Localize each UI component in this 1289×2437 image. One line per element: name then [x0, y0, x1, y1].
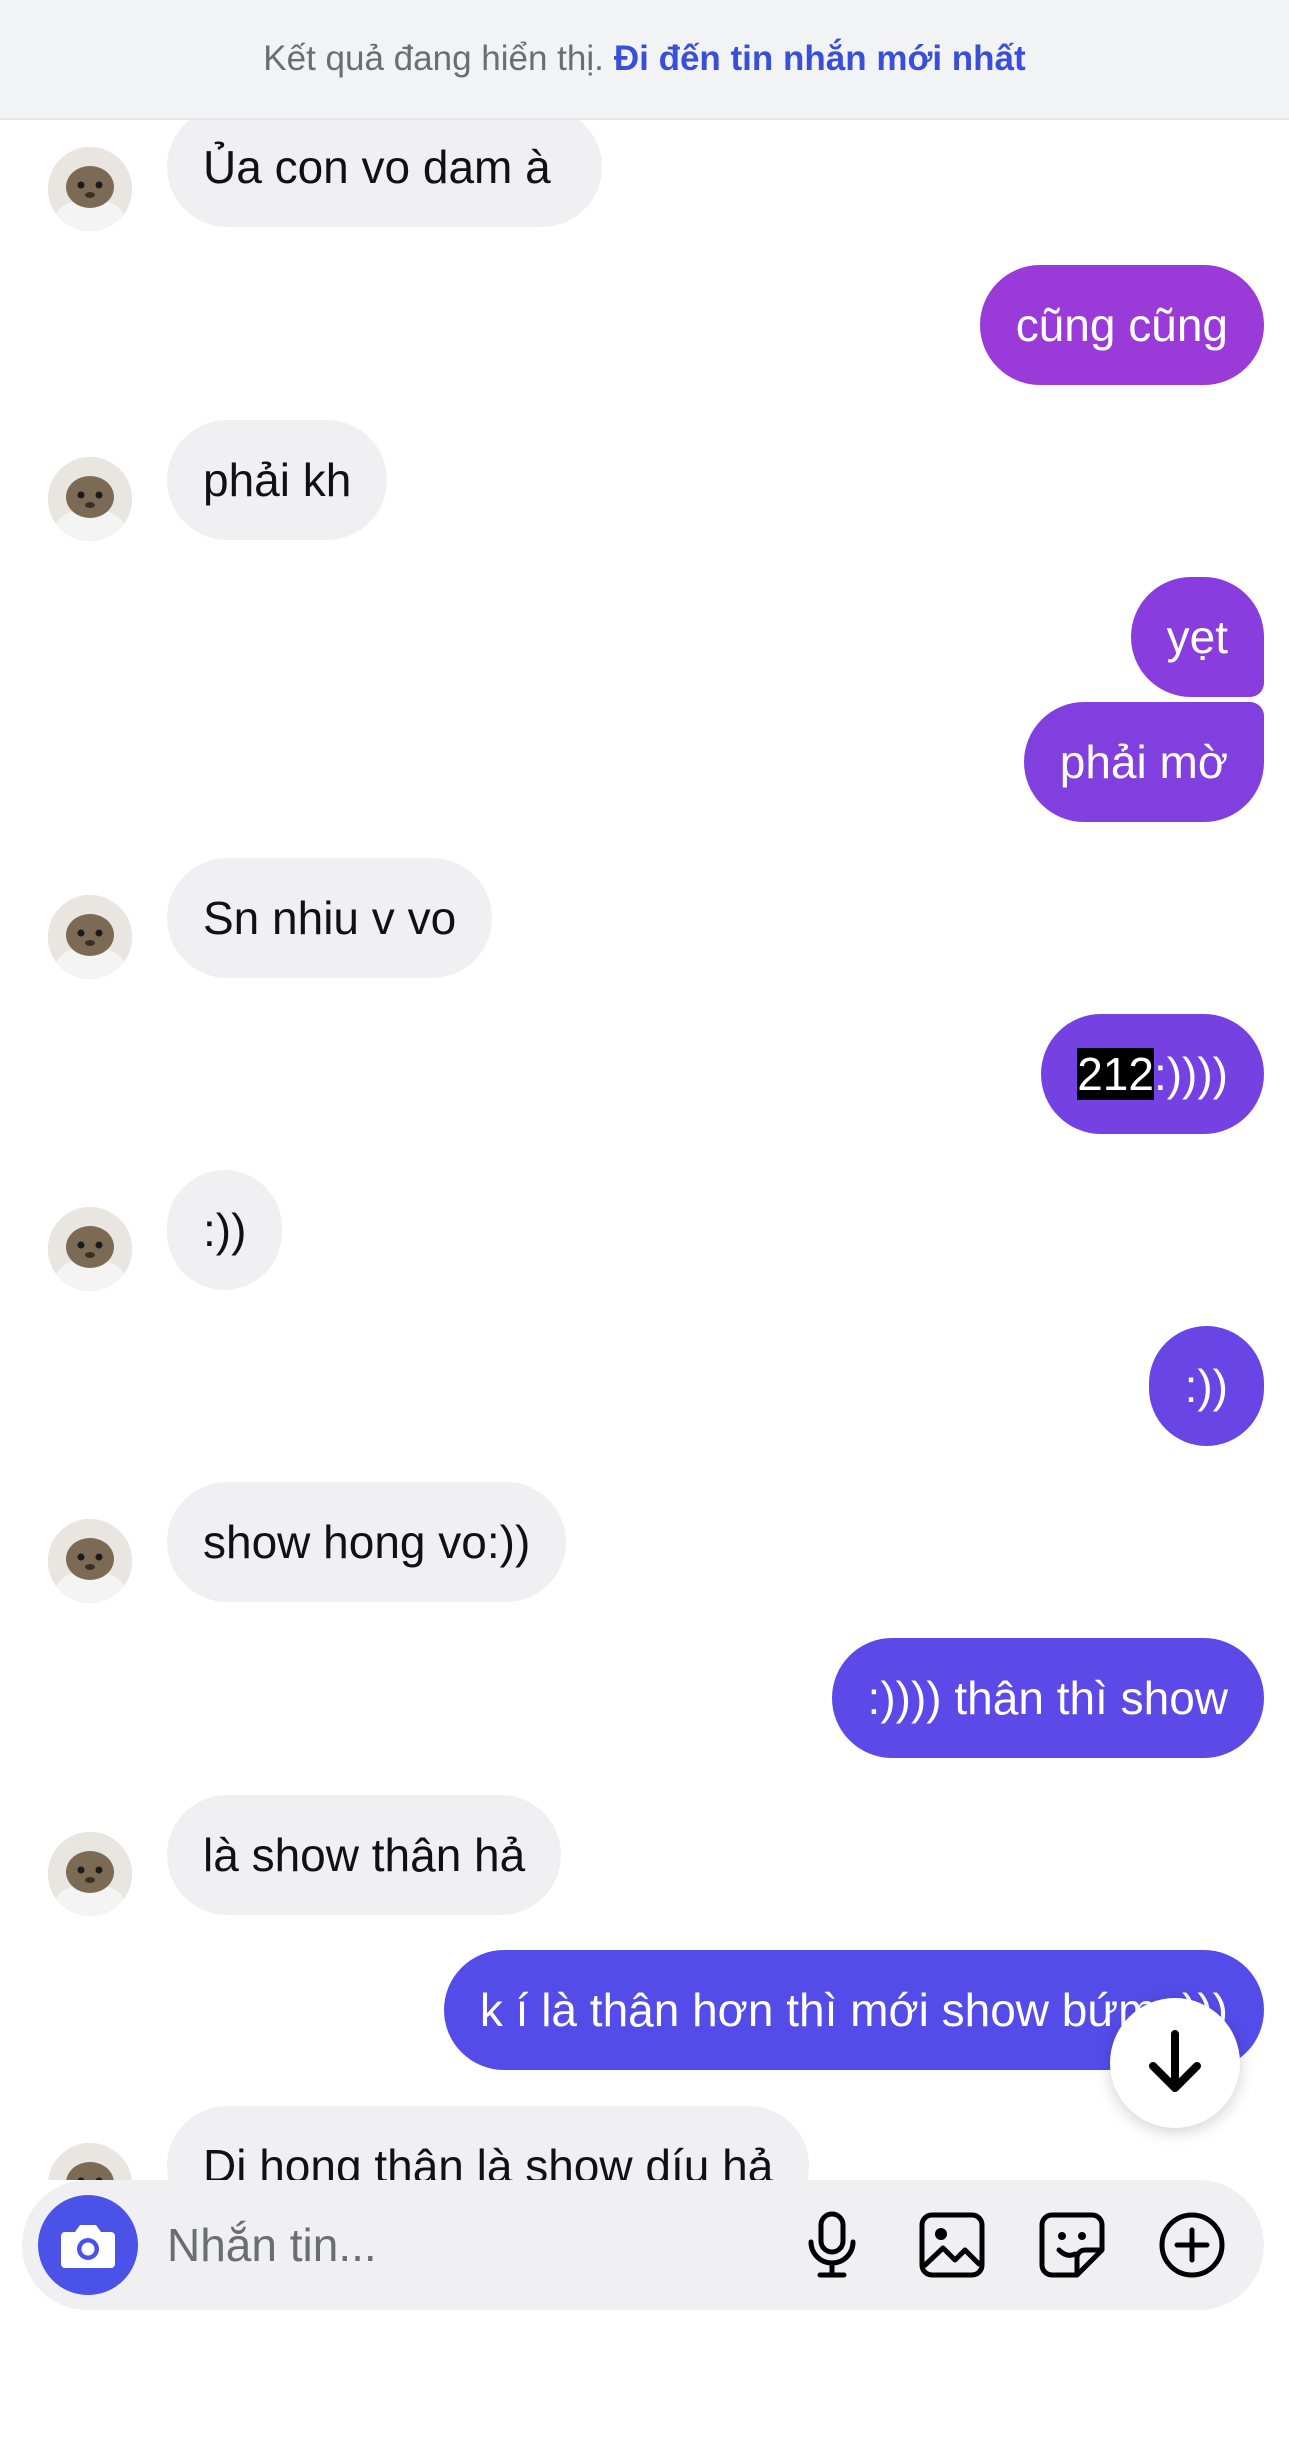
more-options-button[interactable]: [1152, 2205, 1232, 2285]
message-bubble-received[interactable]: là show thân hả: [167, 1795, 562, 1915]
message-bubble-sent[interactable]: phải mờ: [1023, 702, 1264, 822]
avatar[interactable]: [48, 1519, 132, 1603]
sticker-icon: [1039, 2212, 1105, 2278]
image-icon: [919, 2212, 985, 2278]
camera-button[interactable]: [38, 2195, 138, 2295]
avatar[interactable]: [48, 457, 132, 541]
message-bubble-sent[interactable]: cũng cũng: [979, 265, 1264, 385]
message-row: Di hong thân là show díu hả: [0, 2106, 1289, 2180]
message-row: :)))) thân thì show: [0, 1638, 1289, 1760]
chat-screen: Ủa con vo dam à cũng cũng phải kh yẹt ph…: [0, 0, 1289, 2437]
microphone-button[interactable]: [792, 2205, 872, 2285]
avatar[interactable]: [48, 895, 132, 979]
message-bubble-sent[interactable]: :)): [1148, 1326, 1264, 1446]
message-bubble-received[interactable]: :)): [167, 1170, 283, 1290]
add-icon: [1159, 2212, 1225, 2278]
arrow-down-icon: [1149, 2030, 1201, 2092]
message-row: Sn nhiu v vo: [0, 858, 1289, 980]
avatar[interactable]: [48, 1832, 132, 1916]
message-bubble-received[interactable]: Sn nhiu v vo: [167, 858, 493, 978]
camera-icon: [61, 2225, 115, 2268]
avatar[interactable]: [48, 1207, 132, 1291]
message-bubble-sent[interactable]: :)))) thân thì show: [831, 1638, 1264, 1758]
message-row: yẹt: [0, 577, 1289, 699]
avatar[interactable]: [48, 147, 132, 231]
message-row: :)): [0, 1326, 1289, 1448]
jump-to-latest-link[interactable]: Đi đến tin nhắn mới nhất: [614, 39, 1026, 79]
message-bubble-received[interactable]: show hong vo:)): [167, 1482, 567, 1602]
message-row: phải mờ: [0, 702, 1289, 824]
message-row: phải kh: [0, 420, 1289, 542]
microphone-icon: [808, 2211, 856, 2278]
message-row: :)): [0, 1170, 1289, 1292]
message-composer: Nhắn tin...: [22, 2180, 1264, 2310]
message-row: show hong vo:)): [0, 1482, 1289, 1604]
message-row: là show thân hả: [0, 1795, 1289, 1917]
search-result-banner: Kết quả đang hiển thị. Đi đến tin nhắn m…: [0, 0, 1289, 120]
message-row: cũng cũng: [0, 265, 1289, 387]
scroll-to-bottom-button[interactable]: [1110, 1998, 1240, 2128]
message-input[interactable]: Nhắn tin...: [167, 2180, 377, 2310]
message-bubble-received[interactable]: Ủa con vo dam à: [167, 107, 602, 227]
message-bubble-received[interactable]: phải kh: [167, 420, 388, 540]
sticker-button[interactable]: [1032, 2205, 1112, 2285]
message-bubble-received[interactable]: Di hong thân là show díu hả: [167, 2106, 810, 2180]
message-row: Ủa con vo dam à: [0, 107, 1289, 231]
message-text: :)))): [1153, 1048, 1228, 1100]
message-bubble-sent[interactable]: yẹt: [1130, 577, 1264, 697]
message-row: 212:)))): [0, 1014, 1289, 1136]
message-row: k í là thân hơn thì mới show bứm :))): [0, 1950, 1289, 2072]
banner-info-text: Kết quả đang hiển thị.: [263, 39, 604, 78]
text-selection-highlight[interactable]: 212: [1077, 1048, 1154, 1100]
message-list[interactable]: Ủa con vo dam à cũng cũng phải kh yẹt ph…: [0, 0, 1289, 2180]
gallery-button[interactable]: [912, 2205, 992, 2285]
avatar[interactable]: [48, 2143, 132, 2180]
message-bubble-sent[interactable]: 212:)))): [1041, 1014, 1264, 1134]
